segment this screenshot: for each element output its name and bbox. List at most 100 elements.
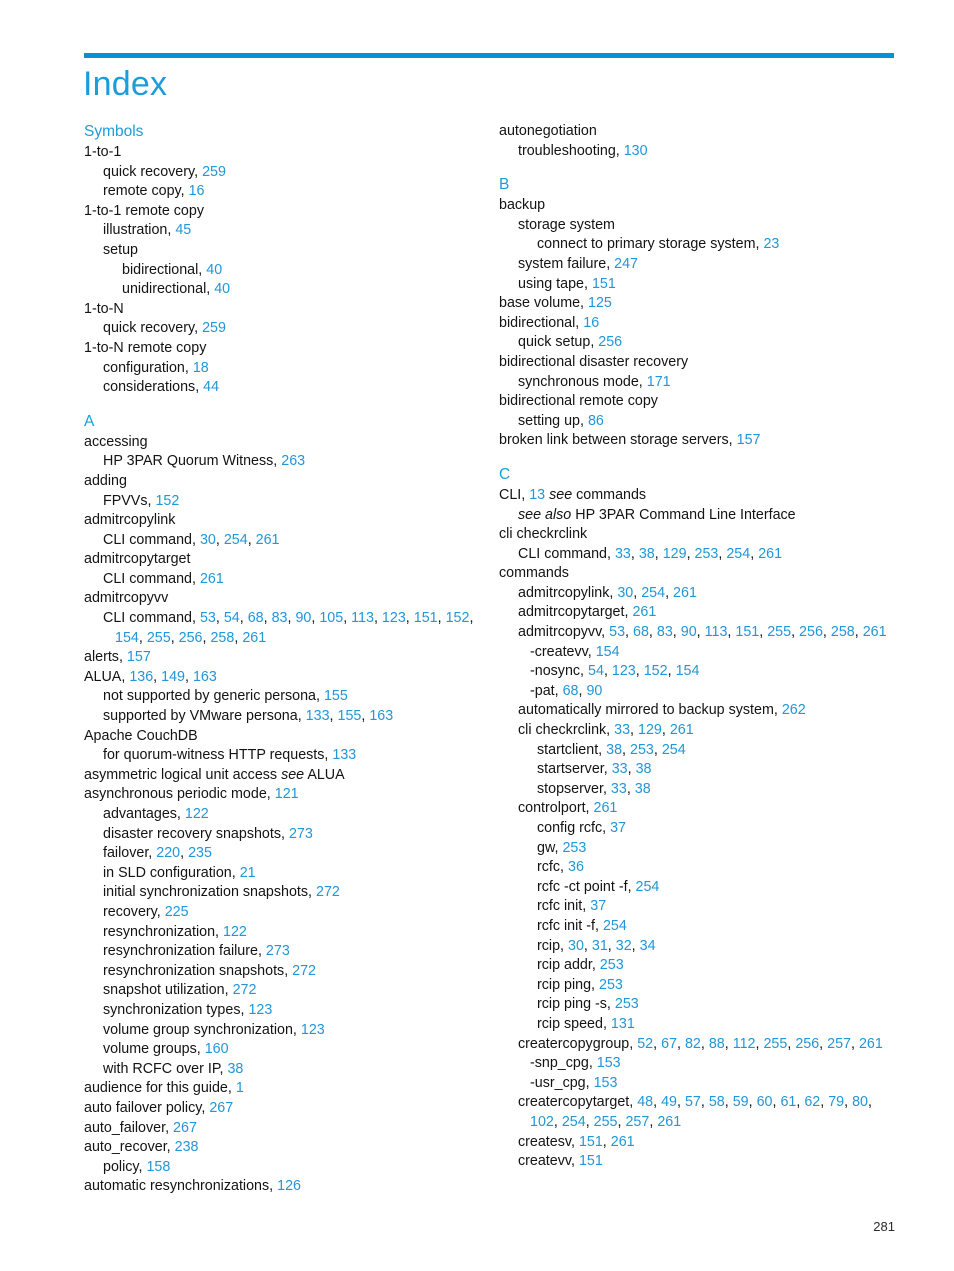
page-reference[interactable]: 155 [324,688,348,704]
page-reference[interactable]: 220 [156,845,180,861]
page-reference[interactable]: 272 [316,884,340,900]
page-reference[interactable]: 53 [200,610,216,626]
page-reference[interactable]: 30 [568,938,584,954]
page-reference[interactable]: 255 [767,624,791,640]
page-reference[interactable]: 152 [155,493,179,509]
page-reference[interactable]: 131 [611,1016,635,1032]
page-reference[interactable]: 238 [175,1139,199,1155]
page-reference[interactable]: 253 [600,957,624,973]
page-reference[interactable]: 16 [583,315,599,331]
page-reference[interactable]: 160 [205,1041,229,1057]
page-reference[interactable]: 38 [636,761,652,777]
page-reference[interactable]: 133 [306,708,330,724]
page-reference[interactable]: 57 [685,1094,701,1110]
page-reference[interactable]: 261 [758,546,782,562]
page-reference[interactable]: 254 [603,918,627,934]
page-reference[interactable]: 48 [637,1094,653,1110]
page-reference[interactable]: 122 [223,924,247,940]
page-reference[interactable]: 86 [588,413,604,429]
page-reference[interactable]: 261 [859,1036,883,1052]
page-reference[interactable]: 38 [635,781,651,797]
page-reference[interactable]: 53 [609,624,625,640]
page-reference[interactable]: 157 [737,432,761,448]
page-reference[interactable]: 123 [382,610,406,626]
page-reference[interactable]: 255 [763,1036,787,1052]
page-reference[interactable]: 151 [414,610,438,626]
page-reference[interactable]: 171 [647,374,671,390]
page-reference[interactable]: 151 [735,624,759,640]
page-reference[interactable]: 113 [351,610,374,626]
page-reference[interactable]: 261 [200,571,224,587]
page-reference[interactable]: 273 [266,943,290,959]
page-reference[interactable]: 83 [272,610,288,626]
page-reference[interactable]: 261 [863,624,887,640]
page-reference[interactable]: 261 [611,1134,635,1150]
page-reference[interactable]: 255 [594,1114,618,1130]
page-reference[interactable]: 158 [146,1159,170,1175]
page-reference[interactable]: 40 [214,281,230,297]
page-reference[interactable]: 136 [129,669,153,685]
page-reference[interactable]: 49 [661,1094,677,1110]
page-reference[interactable]: 90 [295,610,311,626]
page-reference[interactable]: 38 [639,546,655,562]
page-reference[interactable]: 1 [236,1080,244,1096]
page-reference[interactable]: 129 [638,722,662,738]
page-reference[interactable]: 273 [289,826,313,842]
page-reference[interactable]: 125 [588,295,612,311]
page-reference[interactable]: 259 [202,320,226,336]
page-reference[interactable]: 83 [657,624,673,640]
page-reference[interactable]: 225 [165,904,189,920]
page-reference[interactable]: 90 [681,624,697,640]
page-reference[interactable]: 121 [275,786,299,802]
page-reference[interactable]: 32 [616,938,632,954]
page-reference[interactable]: 90 [586,683,602,699]
page-reference[interactable]: 123 [248,1002,272,1018]
page-reference[interactable]: 151 [579,1153,603,1169]
page-reference[interactable]: 253 [615,996,639,1012]
page-reference[interactable]: 23 [763,236,779,252]
page-reference[interactable]: 45 [175,222,191,238]
page-reference[interactable]: 102 [530,1114,554,1130]
page-reference[interactable]: 256 [795,1036,819,1052]
page-reference[interactable]: 259 [202,164,226,180]
page-reference[interactable]: 152 [446,610,470,626]
page-reference[interactable]: 254 [726,546,750,562]
page-reference[interactable]: 21 [240,865,256,881]
page-reference[interactable]: 13 [529,487,545,503]
page-reference[interactable]: 253 [695,546,719,562]
page-reference[interactable]: 113 [705,624,728,640]
page-reference[interactable]: 261 [673,585,697,601]
page-reference[interactable]: 261 [242,630,266,646]
page-reference[interactable]: 153 [594,1075,618,1091]
page-reference[interactable]: 253 [562,840,586,856]
page-reference[interactable]: 61 [780,1094,796,1110]
page-reference[interactable]: 258 [831,624,855,640]
page-reference[interactable]: 261 [670,722,694,738]
page-reference[interactable]: 254 [636,879,660,895]
page-reference[interactable]: 261 [632,604,656,620]
page-reference[interactable]: 68 [248,610,264,626]
page-reference[interactable]: 155 [338,708,362,724]
page-reference[interactable]: 123 [612,663,636,679]
page-reference[interactable]: 151 [592,276,616,292]
page-reference[interactable]: 247 [614,256,638,272]
page-reference[interactable]: 256 [799,624,823,640]
page-reference[interactable]: 40 [206,262,222,278]
page-reference[interactable]: 37 [610,820,626,836]
page-reference[interactable]: 68 [563,683,579,699]
page-reference[interactable]: 30 [200,532,216,548]
page-reference[interactable]: 82 [685,1036,701,1052]
page-reference[interactable]: 263 [281,453,305,469]
page-reference[interactable]: 254 [224,532,248,548]
page-reference[interactable]: 60 [757,1094,773,1110]
page-reference[interactable]: 59 [733,1094,749,1110]
page-reference[interactable]: 38 [227,1061,243,1077]
page-reference[interactable]: 38 [606,742,622,758]
page-reference[interactable]: 154 [115,630,139,646]
page-reference[interactable]: 254 [641,585,665,601]
page-reference[interactable]: 44 [203,379,219,395]
page-reference[interactable]: 256 [598,334,622,350]
page-reference[interactable]: 79 [828,1094,844,1110]
page-reference[interactable]: 255 [147,630,171,646]
page-reference[interactable]: 130 [624,143,648,159]
